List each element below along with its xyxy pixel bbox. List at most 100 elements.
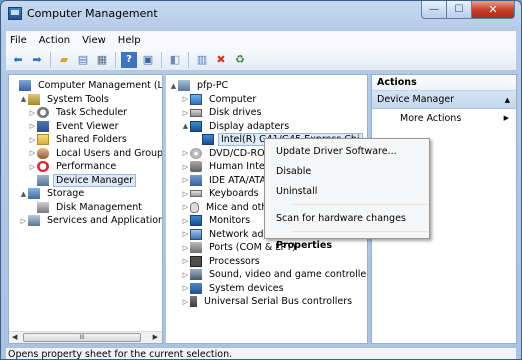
tree-item[interactable]: ▷ Disk drives: [166, 106, 367, 120]
help-icon[interactable]: ?: [121, 51, 137, 68]
collapsed-arrow-icon[interactable]: ▷: [19, 217, 28, 225]
tree-item[interactable]: ▷ Sound, video and game controllers: [166, 268, 367, 282]
tree-item[interactable]: ▷ Services and Applications: [9, 214, 162, 228]
collapsed-arrow-icon[interactable]: ▷: [181, 149, 190, 157]
tree-item-label: Disk Management: [56, 201, 143, 213]
collapsed-arrow-icon[interactable]: ▷: [181, 95, 190, 103]
tree-item[interactable]: ▷ Computer: [166, 93, 367, 107]
collapsed-arrow-icon[interactable]: ▷: [181, 203, 190, 211]
tree-item[interactable]: ▷ Shared Folders: [9, 133, 162, 147]
update-driver-menu-item[interactable]: Update Driver Software...: [265, 141, 429, 161]
tree-item[interactable]: ▷ System devices: [166, 282, 367, 296]
scan-hardware-menu-item[interactable]: Scan for hardware changes: [265, 208, 429, 228]
scroll-left-arrow-icon[interactable]: ◀: [12, 333, 17, 341]
expanded-arrow-icon[interactable]: ▲: [19, 190, 28, 198]
collapsed-arrow-icon[interactable]: ▷: [28, 136, 37, 144]
tree-item[interactable]: ▲ pfp-PC: [166, 79, 367, 93]
tree-item[interactable]: ▲ Display adapters: [166, 120, 367, 134]
close-icon: ✕: [488, 3, 498, 16]
collapsed-arrow-icon[interactable]: ▷: [181, 271, 190, 279]
tree-item[interactable]: Computer Management (Local: [9, 79, 162, 93]
actions-header: Actions: [372, 75, 516, 91]
show-hide-tree-icon[interactable]: ▤: [75, 52, 91, 68]
tree-item-label: Display adapters: [209, 120, 290, 132]
collapsed-arrow-icon[interactable]: ▷: [181, 257, 190, 265]
storage-icon: [28, 188, 40, 200]
tree-item-label: Computer: [209, 93, 257, 105]
expanded-arrow-icon[interactable]: ▲: [169, 82, 178, 90]
computer-icon: [190, 93, 202, 105]
maximize-button[interactable]: ☐: [447, 1, 472, 19]
collapsed-arrow-icon[interactable]: ▷: [181, 163, 190, 171]
minimize-button[interactable]: —: [421, 1, 447, 19]
maximize-icon: ☐: [454, 4, 464, 15]
export-list-icon[interactable]: ◧: [167, 52, 183, 68]
menu-file[interactable]: File: [10, 35, 27, 46]
devmgr-icon: [37, 174, 49, 186]
tree-item-label: Event Viewer: [56, 120, 119, 132]
update-driver-icon[interactable]: ♻: [232, 52, 248, 68]
menu-separator: [293, 204, 427, 205]
tree-item-label: Universal Serial Bus controllers: [204, 296, 353, 308]
tree-item[interactable]: ▷ Event Viewer: [9, 120, 162, 134]
tree-item[interactable]: ▷ Processors: [166, 255, 367, 269]
menu-view[interactable]: View: [82, 35, 106, 46]
tree-item-label: Storage: [47, 188, 85, 200]
expanded-arrow-icon[interactable]: ▲: [19, 95, 28, 103]
disk-icon: [190, 108, 202, 117]
display-icon: [190, 120, 202, 132]
more-actions-item[interactable]: More Actions ▶: [372, 109, 516, 127]
tree-item[interactable]: ▷ Universal Serial Bus controllers: [166, 295, 367, 309]
horizontal-scrollbar[interactable]: ◀ III ▶: [9, 331, 162, 343]
tree-item[interactable]: ▲ System Tools: [9, 93, 162, 107]
collapsed-arrow-icon[interactable]: ▷: [28, 122, 37, 130]
tree-item[interactable]: Disk Management: [9, 201, 162, 215]
uninstall-menu-item[interactable]: Uninstall: [265, 181, 429, 201]
close-button[interactable]: ✕: [472, 1, 515, 19]
menu-action[interactable]: Action: [39, 35, 70, 46]
clock-icon: [37, 107, 49, 119]
back-arrow-icon[interactable]: ⬅: [10, 52, 26, 68]
collapsed-arrow-icon[interactable]: ▷: [181, 217, 190, 225]
scrollbar-thumb[interactable]: III: [23, 333, 141, 342]
collapsed-arrow-icon[interactable]: ▷: [181, 298, 190, 306]
tree-item[interactable]: ▷ Local Users and Groups: [9, 147, 162, 161]
tree-item-label: Processors: [209, 255, 260, 267]
sound-icon: [190, 269, 202, 281]
collapsed-arrow-icon[interactable]: ▷: [181, 284, 190, 292]
disable-menu-item[interactable]: Disable: [265, 161, 429, 181]
tree-item[interactable]: ▷ Performance: [9, 160, 162, 174]
collapsed-arrow-icon[interactable]: ▷: [181, 190, 190, 198]
actions-section-device-manager[interactable]: Device Manager ▲: [372, 91, 516, 109]
uninstall-icon[interactable]: ✖: [213, 52, 229, 68]
collapsed-arrow-icon[interactable]: ▷: [181, 176, 190, 184]
console-icon[interactable]: ▣: [140, 52, 156, 68]
tree-item[interactable]: ▷ Task Scheduler: [9, 106, 162, 120]
tree-item[interactable]: ▲ Storage: [9, 187, 162, 201]
expanded-arrow-icon[interactable]: ▲: [181, 122, 190, 130]
collapsed-arrow-icon[interactable]: ▷: [181, 244, 190, 252]
menu-help[interactable]: Help: [118, 35, 141, 46]
properties-menu-item[interactable]: Properties: [265, 235, 429, 255]
collapsed-arrow-icon[interactable]: ▷: [28, 109, 37, 117]
hid-icon: [190, 161, 202, 173]
collapsed-arrow-icon[interactable]: ▷: [181, 109, 190, 117]
collapsed-arrow-icon[interactable]: ▷: [28, 163, 37, 171]
scroll-right-arrow-icon[interactable]: ▶: [153, 333, 158, 341]
forward-arrow-icon[interactable]: ➡: [29, 52, 45, 68]
more-actions-label: More Actions: [400, 112, 462, 124]
net-icon: [190, 228, 202, 240]
collapsed-arrow-icon[interactable]: ▷: [28, 149, 37, 157]
toolbar-separator: [161, 51, 162, 68]
display-icon: [202, 134, 214, 146]
tree-item[interactable]: Device Manager: [9, 173, 162, 188]
folder-icon: [37, 134, 49, 146]
tree-item-label: System Tools: [47, 93, 109, 105]
context-menu: Update Driver Software... Disable Uninst…: [264, 138, 430, 251]
up-folder-icon[interactable]: ▰: [56, 52, 72, 68]
toolbar: ⬅ ➡ ▰ ▤ ▦ ? ▣ ◧ ▥ ✖ ♻: [6, 49, 516, 71]
properties-icon[interactable]: ▦: [94, 52, 110, 68]
collapsed-arrow-icon[interactable]: ▷: [181, 230, 190, 238]
scan-hardware-icon[interactable]: ▥: [194, 52, 210, 68]
collapse-arrow-icon[interactable]: ▲: [505, 96, 510, 104]
